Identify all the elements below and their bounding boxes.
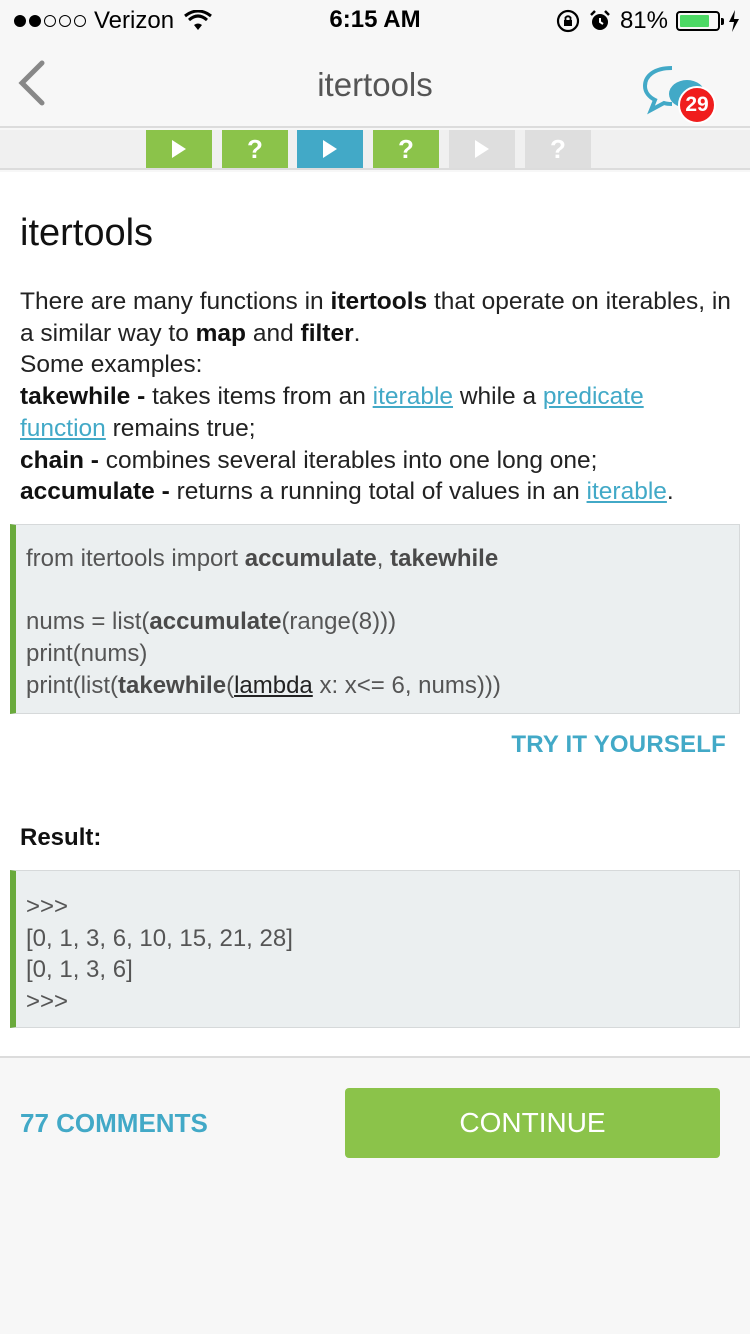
result-output: >>> [0, 1, 3, 6, 10, 15, 21, 28] [0, 1, … — [10, 870, 740, 1028]
code-text: x: x<= 6, nums))) — [312, 671, 501, 699]
text: while a — [453, 383, 543, 411]
try-it-yourself-button[interactable]: TRY IT YOURSELF — [511, 731, 726, 759]
question-icon: ? — [398, 133, 414, 164]
text: Some examples: — [20, 351, 203, 379]
alarm-icon — [590, 10, 610, 30]
keyword: takewhile - — [20, 383, 146, 411]
text: and — [246, 319, 301, 347]
code-keyword: takewhile — [118, 671, 227, 699]
step-lesson-1[interactable] — [146, 130, 212, 168]
continue-button[interactable]: CONTINUE — [345, 1088, 720, 1158]
lesson-text: There are many functions in itertools th… — [20, 286, 732, 508]
code-line: print(nums) — [26, 640, 148, 668]
code-line: nums = list(accumulate(range(8))) — [26, 606, 739, 638]
back-button[interactable] — [14, 60, 48, 106]
lesson-progress: ? ? ? — [0, 130, 750, 170]
keyword: filter — [300, 319, 354, 347]
output-line: [0, 1, 3, 6, 10, 15, 21, 28] — [26, 924, 293, 952]
step-lesson-locked — [449, 130, 515, 168]
step-quiz-1[interactable]: ? — [222, 130, 288, 168]
code-line: print(list(takewhile(lambda x: x<= 6, nu… — [26, 670, 739, 702]
output-line: >>> — [26, 893, 69, 920]
charging-icon — [729, 10, 739, 32]
question-icon: ? — [550, 133, 566, 164]
notification-badge: 29 — [678, 86, 716, 124]
output-line: >>> — [26, 988, 69, 1016]
keyword: accumulate - — [20, 478, 170, 506]
code-sample: from itertools import accumulate, takewh… — [10, 524, 740, 714]
question-icon: ? — [247, 133, 263, 164]
text: takes items from an — [145, 383, 373, 411]
text: remains true; — [105, 414, 256, 442]
step-quiz-locked: ? — [525, 130, 591, 168]
code-text: (range(8))) — [281, 608, 397, 636]
chevron-left-icon — [18, 60, 45, 106]
code-text: from itertools import — [26, 545, 245, 572]
text: combines several iterables into one long… — [98, 446, 598, 474]
play-icon — [172, 140, 186, 158]
keyword: map — [195, 319, 247, 347]
code-keyword: accumulate — [244, 545, 377, 572]
lesson-content: itertools There are many functions in it… — [0, 172, 750, 1058]
text: . — [353, 319, 361, 347]
glossary-link-iterable-2[interactable]: iterable — [587, 478, 667, 505]
keyword: chain - — [20, 446, 99, 474]
output-line: [0, 1, 3, 6] — [26, 956, 133, 984]
step-lesson-current[interactable] — [297, 130, 363, 168]
text: There are many functions in — [20, 288, 331, 315]
code-keyword: accumulate — [149, 608, 282, 636]
text: returns a running total of values in an — [169, 478, 587, 506]
result-label: Result: — [20, 824, 102, 851]
navigation-bar: itertools 29 — [0, 40, 750, 128]
code-text: print(list( — [26, 671, 119, 699]
status-right: 81% — [556, 7, 740, 35]
glossary-link-iterable[interactable]: iterable — [373, 383, 453, 410]
battery-icon — [676, 11, 724, 31]
code-keyword: takewhile — [390, 545, 499, 572]
rotation-lock-icon — [556, 9, 580, 33]
status-bar: Verizon 6:15 AM 81% — [0, 0, 750, 40]
wifi-icon — [184, 10, 212, 30]
step-quiz-2[interactable]: ? — [373, 130, 439, 168]
carrier-name: Verizon — [94, 7, 175, 34]
glossary-link-lambda[interactable]: lambda — [234, 672, 313, 699]
status-left: Verizon — [14, 7, 212, 35]
text: . — [666, 478, 674, 506]
keyword: itertools — [330, 288, 428, 315]
code-line: from itertools import accumulate, takewh… — [26, 543, 739, 575]
signal-strength-icon — [14, 15, 86, 27]
play-icon — [323, 140, 337, 158]
page-title: itertools — [317, 66, 433, 103]
comments-button[interactable]: 77 COMMENTS — [20, 1108, 208, 1139]
code-text: , — [376, 545, 391, 572]
code-text: ( — [226, 671, 235, 699]
play-icon — [475, 140, 489, 158]
battery-percent: 81% — [619, 7, 668, 34]
lesson-title: itertools — [20, 212, 154, 254]
code-text: nums = list( — [26, 608, 150, 636]
